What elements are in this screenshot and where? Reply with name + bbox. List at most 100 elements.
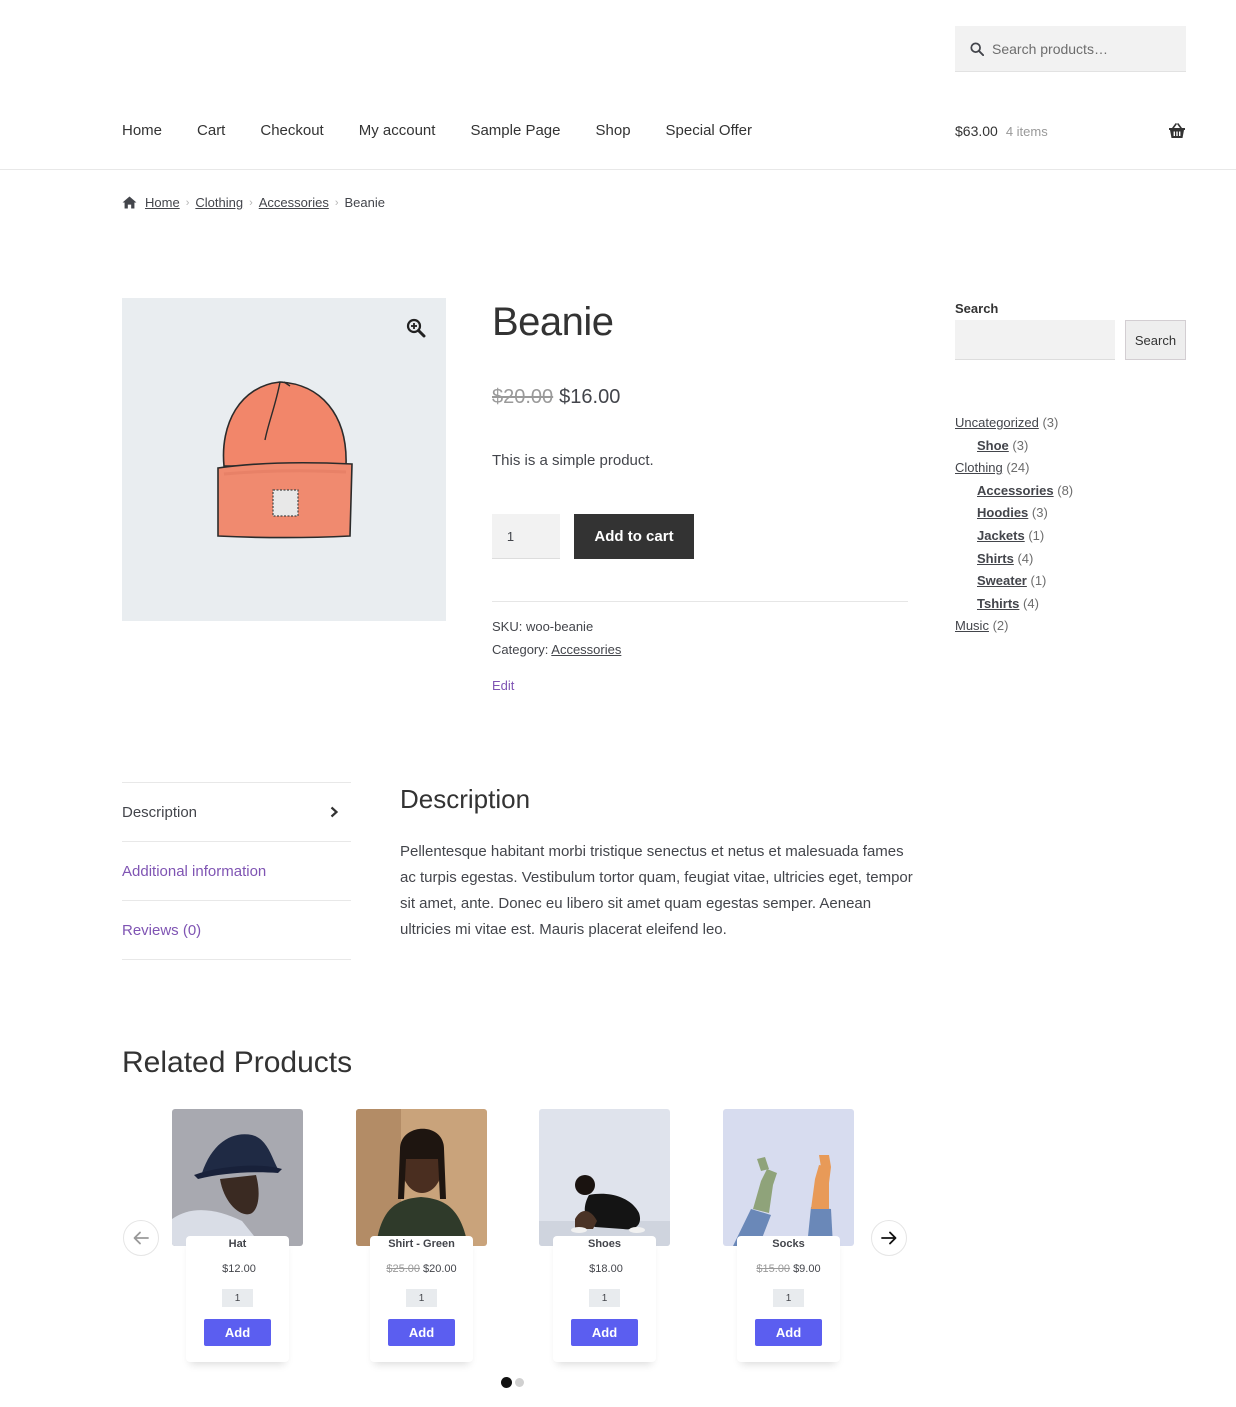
category-uncategorized[interactable]: Uncategorized [955, 415, 1039, 430]
product-photo-hat[interactable] [172, 1109, 303, 1246]
category-shirts[interactable]: Shirts [977, 551, 1014, 566]
related-product-card: Hat $12.00 Add [172, 1109, 303, 1362]
breadcrumb-separator: › [334, 196, 339, 209]
category-item: Jackets (1) [955, 525, 1185, 548]
category-item: Accessories (8) [955, 480, 1185, 503]
quantity-input[interactable] [222, 1289, 253, 1307]
header-divider [0, 169, 1236, 170]
basket-icon[interactable] [1168, 123, 1186, 139]
quantity-input[interactable] [406, 1289, 437, 1307]
category-count: (3) [1012, 437, 1029, 453]
category-accessories[interactable]: Accessories [977, 483, 1054, 498]
short-description: This is a simple product. [492, 452, 654, 469]
product-title: Beanie [492, 300, 614, 344]
category-item: Music (2) [955, 615, 1185, 638]
product-search[interactable] [955, 26, 1186, 72]
home-icon [122, 196, 137, 209]
quantity-input[interactable] [773, 1289, 804, 1307]
product-category: Category: Accessories [492, 642, 621, 657]
category-shoe[interactable]: Shoe [977, 438, 1009, 453]
product-price: $15.00 $9.00 [723, 1263, 854, 1275]
add-button[interactable]: Add [204, 1319, 271, 1346]
cart-total: $63.00 [955, 123, 998, 139]
pagination-dot[interactable] [515, 1378, 524, 1387]
sidebar-search-button[interactable]: Search [1125, 320, 1186, 360]
breadcrumb-clothing[interactable]: Clothing [195, 195, 243, 210]
product-sku: SKU: woo-beanie [492, 619, 594, 634]
edit-link[interactable]: Edit [492, 678, 514, 693]
breadcrumb-home[interactable]: Home [145, 195, 180, 210]
tab-additional-information[interactable]: Additional information [122, 842, 351, 901]
product-name[interactable]: Shirt - Green [356, 1238, 487, 1250]
product-tabs: Description Additional information Revie… [122, 782, 351, 960]
quantity-input[interactable] [492, 514, 560, 559]
tab-label: Additional information [122, 862, 267, 880]
category-count: (3) [1042, 415, 1059, 430]
nav-my-account[interactable]: My account [359, 119, 436, 143]
nav-sample-page[interactable]: Sample Page [470, 119, 560, 143]
breadcrumb-accessories[interactable]: Accessories [259, 195, 329, 210]
nav-shop[interactable]: Shop [596, 119, 631, 143]
category-item: Shirts (4) [955, 548, 1185, 571]
category-clothing[interactable]: Clothing [955, 460, 1003, 475]
category-jackets[interactable]: Jackets [977, 528, 1025, 543]
old-price: $25.00 [386, 1263, 420, 1275]
add-button[interactable]: Add [755, 1319, 822, 1346]
description-heading: Description [400, 784, 531, 814]
current-price: $18.00 [589, 1263, 623, 1275]
product-search-input[interactable] [992, 40, 1172, 57]
primary-nav: Home Cart Checkout My account Sample Pag… [122, 119, 787, 143]
product-name[interactable]: Shoes [539, 1238, 670, 1250]
pagination-dot-active[interactable] [501, 1377, 512, 1388]
current-price: $20.00 [423, 1263, 457, 1275]
sidebar-search-title: Search [955, 301, 999, 316]
nav-cart[interactable]: Cart [197, 119, 225, 143]
arrow-right-icon [881, 1231, 897, 1245]
category-count: (2) [992, 618, 1009, 634]
product-photo-socks[interactable] [723, 1109, 854, 1246]
quantity-input[interactable] [589, 1289, 620, 1307]
breadcrumb-separator: › [249, 196, 253, 209]
category-sweater[interactable]: Sweater [977, 573, 1027, 588]
nav-home[interactable]: Home [122, 119, 162, 143]
category-item: Hoodies (3) [955, 502, 1185, 525]
product-photo-shirt-green[interactable] [356, 1109, 487, 1246]
current-price: $9.00 [793, 1263, 821, 1275]
product-name[interactable]: Hat [172, 1238, 303, 1250]
sidebar-search-input[interactable] [955, 320, 1115, 360]
add-button[interactable]: Add [388, 1319, 455, 1346]
category-hoodies[interactable]: Hoodies [977, 505, 1028, 520]
arrow-left-icon [133, 1231, 149, 1245]
category-tshirts[interactable]: Tshirts [977, 596, 1019, 611]
carousel-next-button[interactable] [871, 1220, 907, 1256]
zoom-icon[interactable] [406, 318, 426, 338]
add-button[interactable]: Add [571, 1319, 638, 1346]
description-text: Pellentesque habitant morbi tristique se… [400, 843, 913, 938]
nav-special-offer[interactable]: Special Offer [666, 119, 752, 143]
tab-description[interactable]: Description [122, 783, 351, 842]
product-sale-price: $16.00 [559, 386, 621, 408]
nav-checkout[interactable]: Checkout [260, 119, 323, 143]
beanie-illustration [217, 381, 353, 539]
product-old-price: $20.00 [492, 386, 554, 408]
category-count: (3) [1031, 505, 1048, 521]
search-icon [970, 41, 984, 56]
related-products-heading: Related Products [122, 1046, 353, 1079]
product-name[interactable]: Socks [723, 1238, 854, 1250]
tab-reviews[interactable]: Reviews (0) [122, 901, 351, 960]
product-photo-shoes[interactable] [539, 1109, 670, 1246]
current-price: $12.00 [222, 1263, 256, 1275]
category-music[interactable]: Music [955, 618, 989, 633]
category-count: (24) [1006, 460, 1030, 476]
old-price: $15.00 [756, 1263, 791, 1275]
category-count: (8) [1057, 482, 1074, 498]
product-price: $25.00 $20.00 [356, 1263, 487, 1275]
category-link[interactable]: Accessories [551, 642, 621, 657]
add-to-cart-button[interactable]: Add to cart [574, 514, 694, 559]
category-item: Tshirts (4) [955, 593, 1185, 616]
header-cart[interactable]: $63.00 4 items [955, 119, 1186, 143]
carousel-prev-button[interactable] [123, 1220, 159, 1256]
related-product-card: Shoes $18.00 Add [539, 1109, 670, 1362]
chevron-right-icon [330, 806, 339, 818]
category-list: Uncategorized (3) Shoe (3) Clothing (24)… [955, 412, 1185, 638]
